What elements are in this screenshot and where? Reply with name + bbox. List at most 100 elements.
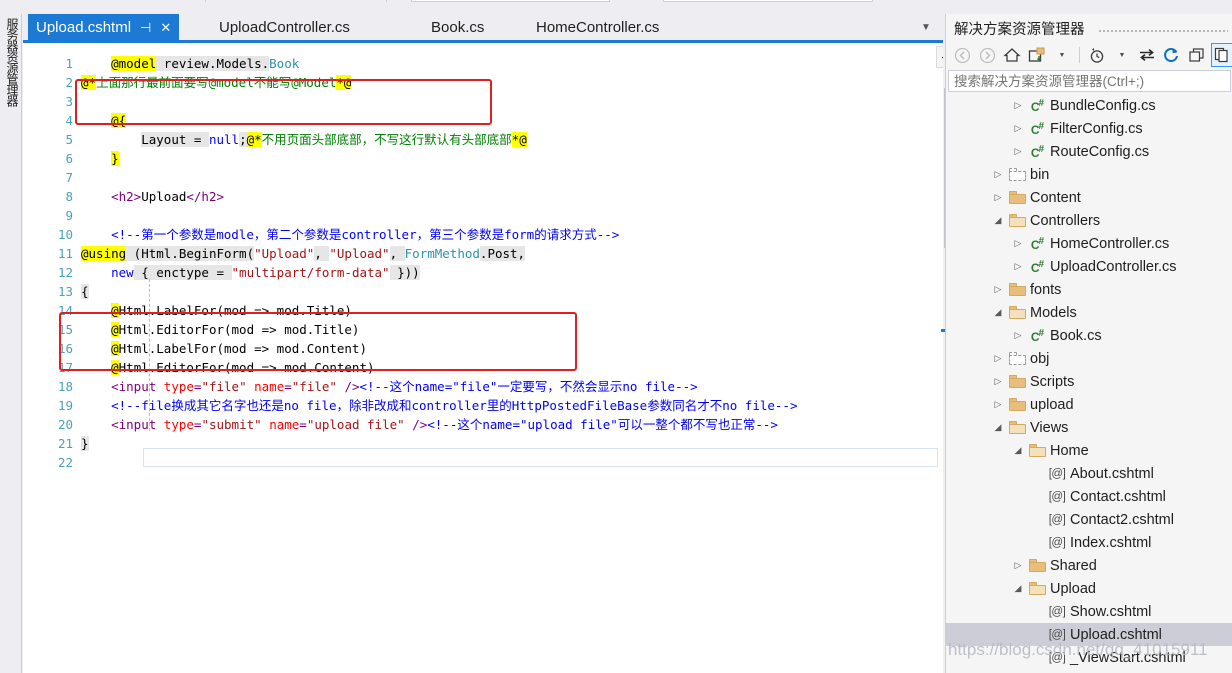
- panel-drag-dots[interactable]: [1098, 29, 1228, 33]
- code-line[interactable]: 7: [23, 168, 928, 187]
- tree-item-uploadcontroller-cs[interactable]: ▷ C# UploadController.cs: [946, 255, 1232, 278]
- chevron-down-icon[interactable]: ◢: [990, 215, 1006, 226]
- code-line[interactable]: 17 @Html.EditorFor(mod => mod.Content): [23, 358, 928, 377]
- back-button[interactable]: [951, 43, 973, 67]
- tree-item-bin[interactable]: ▷ bin: [946, 163, 1232, 186]
- tree-item-obj[interactable]: ▷ obj: [946, 347, 1232, 370]
- chevron-down-icon[interactable]: ◢: [1010, 583, 1026, 594]
- tree-item-book-cs[interactable]: ▷ C# Book.cs: [946, 324, 1232, 347]
- editor-body[interactable]: 1 @model review.Models.Book 2 @*上面那行最前面要写@…: [23, 43, 943, 673]
- code-line[interactable]: 5 Layout = null;@*不用页面头部底部，不写这行默认有头部底部*@: [23, 130, 928, 149]
- line-number: 7: [65, 170, 73, 185]
- editor-tab-book-cs[interactable]: Book.cs: [423, 14, 492, 40]
- tree-item-show-cshtml[interactable]: [@] Show.cshtml: [946, 600, 1232, 623]
- chevron-right-icon[interactable]: ▷: [990, 284, 1006, 295]
- code-line[interactable]: 9: [23, 206, 928, 225]
- chevron-right-icon[interactable]: ▷: [1010, 100, 1026, 111]
- editor-tab-uploadcontroller-cs[interactable]: UploadController.cs: [211, 14, 358, 40]
- code-line[interactable]: 3: [23, 92, 928, 111]
- tree-item-bundleconfig-cs[interactable]: ▷ C# BundleConfig.cs: [946, 94, 1232, 117]
- home-icon: [1003, 48, 1021, 62]
- tree-item-label: obj: [1030, 350, 1050, 367]
- toolbar-combobox[interactable]: [411, 0, 610, 2]
- new-folder-button[interactable]: [1026, 43, 1048, 67]
- code-line[interactable]: 10 <!--第一个参数是modle，第二个参数是controller，第三个参…: [23, 225, 928, 244]
- chevron-down-icon[interactable]: ◢: [990, 422, 1006, 433]
- code-line[interactable]: 13 {: [23, 282, 928, 301]
- tree-item-about-cshtml[interactable]: [@] About.cshtml: [946, 462, 1232, 485]
- editor-tabstrip: Upload.cshtml ⊣ ✕ UploadController.cs Book.c…: [23, 14, 943, 40]
- show-all-files-button[interactable]: [1210, 43, 1232, 67]
- tree-item-home[interactable]: ◢ Home: [946, 439, 1232, 462]
- collapse-all-button[interactable]: [1186, 43, 1208, 67]
- tree-item-upload[interactable]: ◢ Upload: [946, 577, 1232, 600]
- tree-item-upload-cshtml[interactable]: [@] Upload.cshtml: [946, 623, 1232, 646]
- tree-item-contact2-cshtml[interactable]: [@] Contact2.cshtml: [946, 508, 1232, 531]
- tree-item-contact-cshtml[interactable]: [@] Contact.cshtml: [946, 485, 1232, 508]
- code-text: @Html.LabelFor(mod => mod.Content): [111, 341, 367, 356]
- chevron-right-icon[interactable]: ▷: [1010, 238, 1026, 249]
- chevron-right-icon[interactable]: ▷: [1010, 261, 1026, 272]
- pending-changes-button[interactable]: [1086, 43, 1108, 67]
- sync-button[interactable]: [1136, 43, 1158, 67]
- line-number: 6: [65, 151, 73, 166]
- pending-changes-dropdown[interactable]: ▼: [1111, 43, 1133, 67]
- code-line[interactable]: 15 @Html.EditorFor(mod => mod.Title): [23, 320, 928, 339]
- chevron-right-icon[interactable]: ▷: [1010, 330, 1026, 341]
- refresh-button[interactable]: [1161, 43, 1183, 67]
- search-input[interactable]: [949, 71, 1230, 91]
- server-explorer-rail[interactable]: 服务器资源管理器: [0, 14, 22, 673]
- folder-closed-icon: [1008, 191, 1026, 204]
- csharp-file-icon: C#: [1030, 97, 1044, 114]
- close-icon[interactable]: ✕: [160, 21, 171, 34]
- tree-item-controllers[interactable]: ◢ Controllers: [946, 209, 1232, 232]
- code-line[interactable]: 4 @{: [23, 111, 928, 130]
- code-line[interactable]: 19 <!--file换成其它名字也还是no file，除非改成和control…: [23, 396, 928, 415]
- chevron-right-icon[interactable]: ▷: [990, 169, 1006, 180]
- editor-tab-homecontroller-cs[interactable]: HomeController.cs: [528, 14, 667, 40]
- tree-item-upload[interactable]: ▷ upload: [946, 393, 1232, 416]
- chevron-right-icon[interactable]: ▷: [1010, 560, 1026, 571]
- line-number: 18: [57, 379, 73, 394]
- code-line[interactable]: 1 @model review.Models.Book: [23, 54, 928, 73]
- toolbar-combobox[interactable]: [663, 0, 873, 2]
- code-line[interactable]: 20 <input type="submit" name="upload fil…: [23, 415, 928, 434]
- code-line[interactable]: 11 @using (Html.BeginForm("Upload", "Uplo…: [23, 244, 928, 263]
- home-button[interactable]: [1001, 43, 1023, 67]
- tree-item-fonts[interactable]: ▷ fonts: [946, 278, 1232, 301]
- editor-tab-upload-cshtml[interactable]: Upload.cshtml ⊣ ✕: [28, 14, 180, 40]
- chevron-down-icon[interactable]: ◢: [1010, 445, 1026, 456]
- tree-item-models[interactable]: ◢ Models: [946, 301, 1232, 324]
- code-text: }: [81, 436, 89, 451]
- code-line[interactable]: 8 <h2>Upload</h2>: [23, 187, 928, 206]
- code-line[interactable]: 16 @Html.LabelFor(mod => mod.Content): [23, 339, 928, 358]
- chevron-right-icon[interactable]: ▷: [990, 353, 1006, 364]
- tree-item-shared[interactable]: ▷ Shared: [946, 554, 1232, 577]
- tree-item--viewstart-cshtml[interactable]: [@] _ViewStart.cshtml: [946, 646, 1232, 669]
- solution-explorer-search[interactable]: [948, 70, 1231, 92]
- code-line[interactable]: 18 <input type="file" name="file" /><!--…: [23, 377, 928, 396]
- solution-tree[interactable]: ▷ C# BundleConfig.cs ▷ C# FilterConfig.cs ▷ C# R…: [946, 94, 1232, 673]
- pin-icon[interactable]: ⊣: [140, 21, 151, 34]
- code-line[interactable]: 14 @Html.LabelFor(mod => mod.Title): [23, 301, 928, 320]
- chevron-right-icon[interactable]: ▷: [1010, 123, 1026, 134]
- forward-button[interactable]: [976, 43, 998, 67]
- tree-item-content[interactable]: ▷ Content: [946, 186, 1232, 209]
- code-line[interactable]: 2 @*上面那行最前面要写@model不能写@Model*@: [23, 73, 928, 92]
- chevron-down-icon[interactable]: ◢: [990, 307, 1006, 318]
- tree-item-scripts[interactable]: ▷ Scripts: [946, 370, 1232, 393]
- chevron-right-icon[interactable]: ▷: [990, 376, 1006, 387]
- code-line[interactable]: 12 new { enctype = "multipart/form-data"…: [23, 263, 928, 282]
- code-surface[interactable]: 1 @model review.Models.Book 2 @*上面那行最前面要写@…: [23, 43, 928, 673]
- new-folder-dropdown[interactable]: ▼: [1051, 43, 1073, 67]
- chevron-right-icon[interactable]: ▷: [990, 192, 1006, 203]
- tree-item-views[interactable]: ◢ Views: [946, 416, 1232, 439]
- tree-item-index-cshtml[interactable]: [@] Index.cshtml: [946, 531, 1232, 554]
- tab-overflow-button[interactable]: ▼: [915, 14, 937, 40]
- chevron-right-icon[interactable]: ▷: [1010, 146, 1026, 157]
- tree-item-routeconfig-cs[interactable]: ▷ C# RouteConfig.cs: [946, 140, 1232, 163]
- tree-item-homecontroller-cs[interactable]: ▷ C# HomeController.cs: [946, 232, 1232, 255]
- code-line[interactable]: 6 }: [23, 149, 928, 168]
- chevron-right-icon[interactable]: ▷: [990, 399, 1006, 410]
- tree-item-filterconfig-cs[interactable]: ▷ C# FilterConfig.cs: [946, 117, 1232, 140]
